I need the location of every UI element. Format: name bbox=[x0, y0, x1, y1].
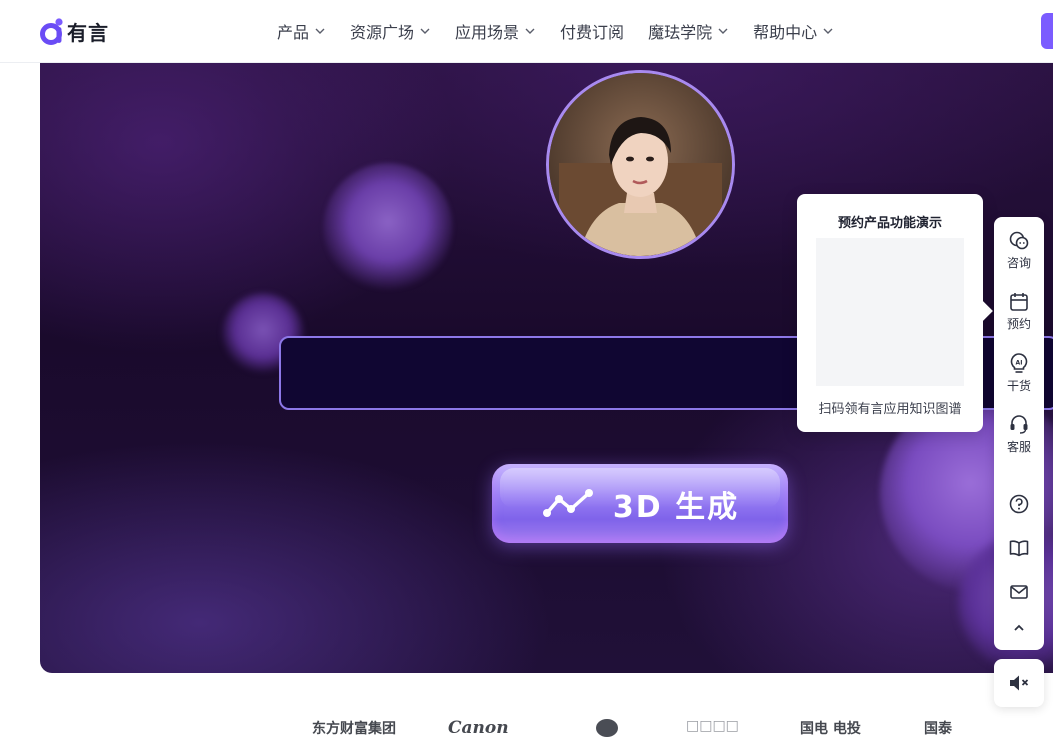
header-cta-button[interactable] bbox=[1041, 13, 1053, 49]
nav-label: 资源广场 bbox=[350, 23, 415, 42]
headset-icon bbox=[1010, 415, 1028, 434]
nav-products[interactable]: 产品 bbox=[277, 18, 326, 44]
logo-mark-icon bbox=[40, 18, 63, 45]
generate-label: 3D 生成 bbox=[612, 489, 740, 525]
nav-label: 付费订阅 bbox=[560, 23, 625, 42]
sound-toggle-button[interactable] bbox=[994, 659, 1044, 707]
help-icon bbox=[1009, 494, 1029, 514]
nav-label: 产品 bbox=[277, 23, 310, 42]
chevron-down-icon bbox=[315, 28, 325, 34]
chevron-up-icon bbox=[1014, 624, 1024, 631]
chevron-down-icon bbox=[525, 28, 535, 34]
consult-icon bbox=[1009, 231, 1029, 250]
nav-scenarios[interactable]: 应用场景 bbox=[455, 18, 536, 44]
side-item-service[interactable]: 客服 bbox=[994, 413, 1044, 455]
main-nav: 产品 资源广场 应用场景 付费订阅 魔珐学院 帮助中心 bbox=[277, 18, 858, 44]
partner-logo: □□□□ bbox=[686, 718, 739, 734]
booking-qr-popover: 预约产品功能演示 扫码领有言应用知识图谱 bbox=[797, 194, 983, 432]
calendar-icon bbox=[1010, 293, 1028, 311]
generate-3d-button[interactable]: 3D 生成 bbox=[492, 464, 788, 543]
side-item-tips[interactable]: AI 干货 bbox=[994, 352, 1044, 394]
side-item-mail[interactable] bbox=[994, 581, 1044, 603]
side-item-booking[interactable]: 预约 bbox=[994, 292, 1044, 332]
nav-academy[interactable]: 魔珐学院 bbox=[648, 18, 729, 44]
popover-caption: 扫码领有言应用知识图谱 bbox=[818, 402, 962, 417]
speaker-muted-icon bbox=[1010, 675, 1029, 691]
side-label: 干货 bbox=[1006, 379, 1031, 393]
partner-logo: 东方财富集团 bbox=[312, 721, 396, 737]
side-item-consult[interactable]: 咨询 bbox=[994, 231, 1044, 271]
logo-text: 有言 bbox=[67, 20, 109, 45]
partner-logo-emblem bbox=[596, 719, 618, 737]
decor-orb bbox=[323, 163, 453, 293]
nav-label: 应用场景 bbox=[455, 23, 520, 42]
nav-help[interactable]: 帮助中心 bbox=[753, 18, 834, 44]
brand-logo[interactable]: 有言 bbox=[40, 16, 109, 46]
digital-human-avatar bbox=[546, 70, 735, 259]
nav-pricing[interactable]: 付费订阅 bbox=[560, 18, 624, 44]
top-header: 有言 产品 资源广场 应用场景 付费订阅 魔珐学院 帮助中心 bbox=[0, 0, 1053, 63]
popover-title: 预约产品功能演示 bbox=[837, 216, 942, 231]
partner-logo: 国电 电投 bbox=[800, 721, 861, 737]
side-toolbar: 咨询 预约 AI 干货 客服 bbox=[994, 217, 1044, 650]
line-chart-icon bbox=[542, 488, 593, 517]
nav-resources[interactable]: 资源广场 bbox=[350, 18, 431, 44]
mail-icon bbox=[1010, 585, 1028, 599]
book-icon bbox=[1009, 540, 1029, 557]
svg-text:AI: AI bbox=[1016, 360, 1023, 367]
side-label: 预约 bbox=[1006, 317, 1031, 331]
qr-code-image bbox=[816, 238, 964, 386]
nav-label: 帮助中心 bbox=[753, 23, 818, 42]
chevron-down-icon bbox=[420, 28, 430, 34]
side-item-help[interactable] bbox=[994, 493, 1044, 515]
nav-label: 魔珐学院 bbox=[648, 23, 713, 42]
side-item-docs[interactable] bbox=[994, 537, 1044, 559]
back-to-top-button[interactable] bbox=[994, 619, 1044, 637]
partner-logo: Canon bbox=[448, 718, 509, 738]
partner-logo: 国泰 bbox=[924, 721, 952, 737]
avatar-portrait bbox=[549, 73, 732, 256]
chevron-down-icon bbox=[718, 28, 728, 34]
side-label: 咨询 bbox=[1006, 256, 1031, 270]
side-label: 客服 bbox=[1006, 440, 1031, 454]
partner-logo-strip: 东方财富集团 Canon □□□□ 国电 电投 国泰 bbox=[300, 713, 1040, 738]
ai-bulb-icon: AI bbox=[1010, 353, 1028, 373]
chevron-down-icon bbox=[823, 28, 833, 34]
